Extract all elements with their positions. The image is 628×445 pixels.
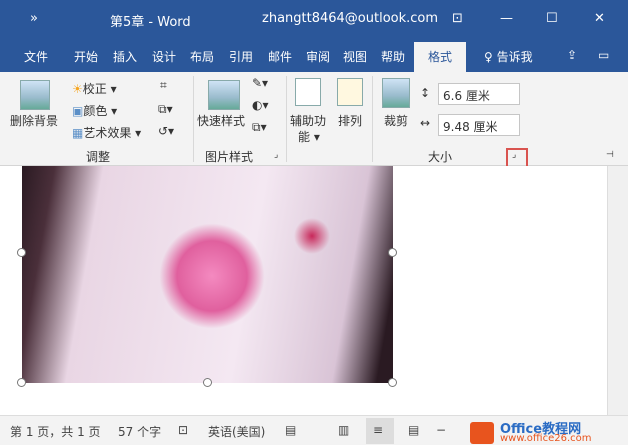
picture-border-icon[interactable]: ✎▾ xyxy=(252,76,268,90)
image-icon: ▣ xyxy=(72,104,84,118)
color-label: 颜色 ▾ xyxy=(83,104,118,118)
tab-layout[interactable]: 布局 xyxy=(190,48,214,65)
vertical-scrollbar[interactable] xyxy=(607,166,628,415)
title-bar: » 第5章 - Word zhangtt8464@outlook.com ⊡ —… xyxy=(0,0,628,38)
share-icon[interactable]: ⇪ xyxy=(567,48,577,62)
tab-review[interactable]: 审阅 xyxy=(306,48,330,65)
artistic-effects-button[interactable]: ▦艺术效果 ▾ xyxy=(72,124,141,141)
change-picture-icon[interactable]: ⧉▾ xyxy=(158,102,173,117)
compress-icon[interactable]: ⌗ xyxy=(160,78,167,93)
resize-handle[interactable] xyxy=(388,248,397,257)
print-layout-icon[interactable]: ≡ xyxy=(366,418,394,444)
quick-styles-icon xyxy=(208,80,240,110)
accessibility-button[interactable]: 辅助功 xyxy=(290,112,326,129)
close-button[interactable]: ✕ xyxy=(594,11,605,26)
group-size-label: 大小 xyxy=(428,150,453,164)
quick-styles-button[interactable]: 快速样式 xyxy=(197,112,245,129)
tab-mailings[interactable]: 邮件 xyxy=(268,48,292,65)
divider xyxy=(286,76,287,162)
picture-layout-icon[interactable]: ⧉▾ xyxy=(252,120,267,135)
width-value: 9.48 厘米 xyxy=(443,120,498,134)
corrections-label: 校正 ▾ xyxy=(82,82,117,96)
accessibility-icon xyxy=(295,78,321,106)
group-adjust-label: 调整 xyxy=(86,150,111,164)
resize-handle[interactable] xyxy=(203,378,212,387)
divider xyxy=(372,76,373,162)
flower-picture[interactable] xyxy=(22,166,393,383)
ribbon-display-icon[interactable]: ⊡ xyxy=(452,11,463,26)
corrections-button[interactable]: ☀校正 ▾ xyxy=(72,80,117,97)
ribbon-tabs: 文件 开始 插入 设计 布局 引用 邮件 审阅 视图 帮助 格式 ♀ 告诉我 ⇪… xyxy=(0,38,628,72)
color-button[interactable]: ▣颜色 ▾ xyxy=(72,102,117,119)
height-value: 6.6 厘米 xyxy=(443,89,490,103)
sun-icon: ☀ xyxy=(72,82,83,96)
tab-design[interactable]: 设计 xyxy=(152,48,176,65)
remove-background-icon xyxy=(20,80,50,110)
tell-me[interactable]: ♀ 告诉我 xyxy=(484,48,533,65)
read-mode-icon[interactable]: ▥ xyxy=(338,423,349,437)
tab-home[interactable]: 开始 xyxy=(74,48,98,65)
effects-icon: ▦ xyxy=(72,126,84,140)
proofing-icon[interactable]: ⊡ xyxy=(178,423,188,437)
tab-references[interactable]: 引用 xyxy=(229,48,253,65)
tab-format[interactable]: 格式 xyxy=(414,42,467,72)
quick-access-button[interactable]: » xyxy=(30,11,38,26)
comment-icon[interactable]: ▭ xyxy=(598,48,609,62)
width-input[interactable]: 9.48 厘米 xyxy=(438,114,520,136)
width-icon: ↔ xyxy=(420,116,431,130)
reset-picture-icon[interactable]: ↺▾ xyxy=(158,124,174,138)
resize-handle[interactable] xyxy=(388,378,397,387)
collapse-ribbon-icon[interactable]: ⊣ xyxy=(606,150,614,160)
watermark-url: www.office26.com xyxy=(500,433,592,444)
word-count[interactable]: 57 个字 xyxy=(118,423,161,440)
tab-view[interactable]: 视图 xyxy=(343,48,367,65)
ribbon: 删除背景 ☀校正 ▾ ▣颜色 ▾ ▦艺术效果 ▾ ⌗ ⧉▾ ↺▾ 调整 快速样式… xyxy=(0,72,628,166)
tab-file[interactable]: 文件 xyxy=(24,48,48,65)
language[interactable]: 英语(美国) xyxy=(208,423,265,440)
height-input[interactable]: 6.6 厘米 xyxy=(438,83,520,105)
arrange-icon xyxy=(337,78,363,106)
tab-insert[interactable]: 插入 xyxy=(113,48,137,65)
page-count[interactable]: 第 1 页，共 1 页 xyxy=(10,423,101,440)
status-bar: 第 1 页，共 1 页 57 个字 ⊡ 英语(美国) ▤ ▥ ≡ ▤ − Off… xyxy=(0,415,628,445)
resize-handle[interactable] xyxy=(17,378,26,387)
height-icon: ↕ xyxy=(420,86,431,100)
highlight-box xyxy=(506,148,528,168)
macro-icon[interactable]: ▤ xyxy=(285,423,296,437)
remove-background-button[interactable]: 删除背景 xyxy=(10,112,58,129)
document-title: 第5章 - Word xyxy=(110,15,191,30)
lightbulb-icon: ♀ xyxy=(484,50,493,64)
tab-help[interactable]: 帮助 xyxy=(381,48,405,65)
accessibility-button-line2[interactable]: 能 ▾ xyxy=(298,128,320,145)
crop-button[interactable]: 裁剪 xyxy=(384,112,408,129)
picture-styles-launcher-icon[interactable]: ⌟ xyxy=(274,150,278,160)
divider xyxy=(193,76,194,162)
resize-handle[interactable] xyxy=(17,248,26,257)
maximize-button[interactable]: ☐ xyxy=(546,11,558,26)
web-layout-icon[interactable]: ▤ xyxy=(408,423,419,437)
tell-me-label: 告诉我 xyxy=(496,50,533,64)
group-picture-styles-label: 图片样式 xyxy=(205,150,254,164)
artistic-effects-label: 艺术效果 ▾ xyxy=(83,126,142,140)
picture-effects-icon[interactable]: ◐▾ xyxy=(252,98,269,112)
arrange-button[interactable]: 排列 xyxy=(338,112,362,129)
office-logo-icon xyxy=(470,422,494,444)
account-name[interactable]: zhangtt8464@outlook.com xyxy=(262,11,438,26)
crop-icon xyxy=(382,78,410,108)
zoom-out-button[interactable]: − xyxy=(436,423,446,437)
minimize-button[interactable]: — xyxy=(500,11,513,26)
